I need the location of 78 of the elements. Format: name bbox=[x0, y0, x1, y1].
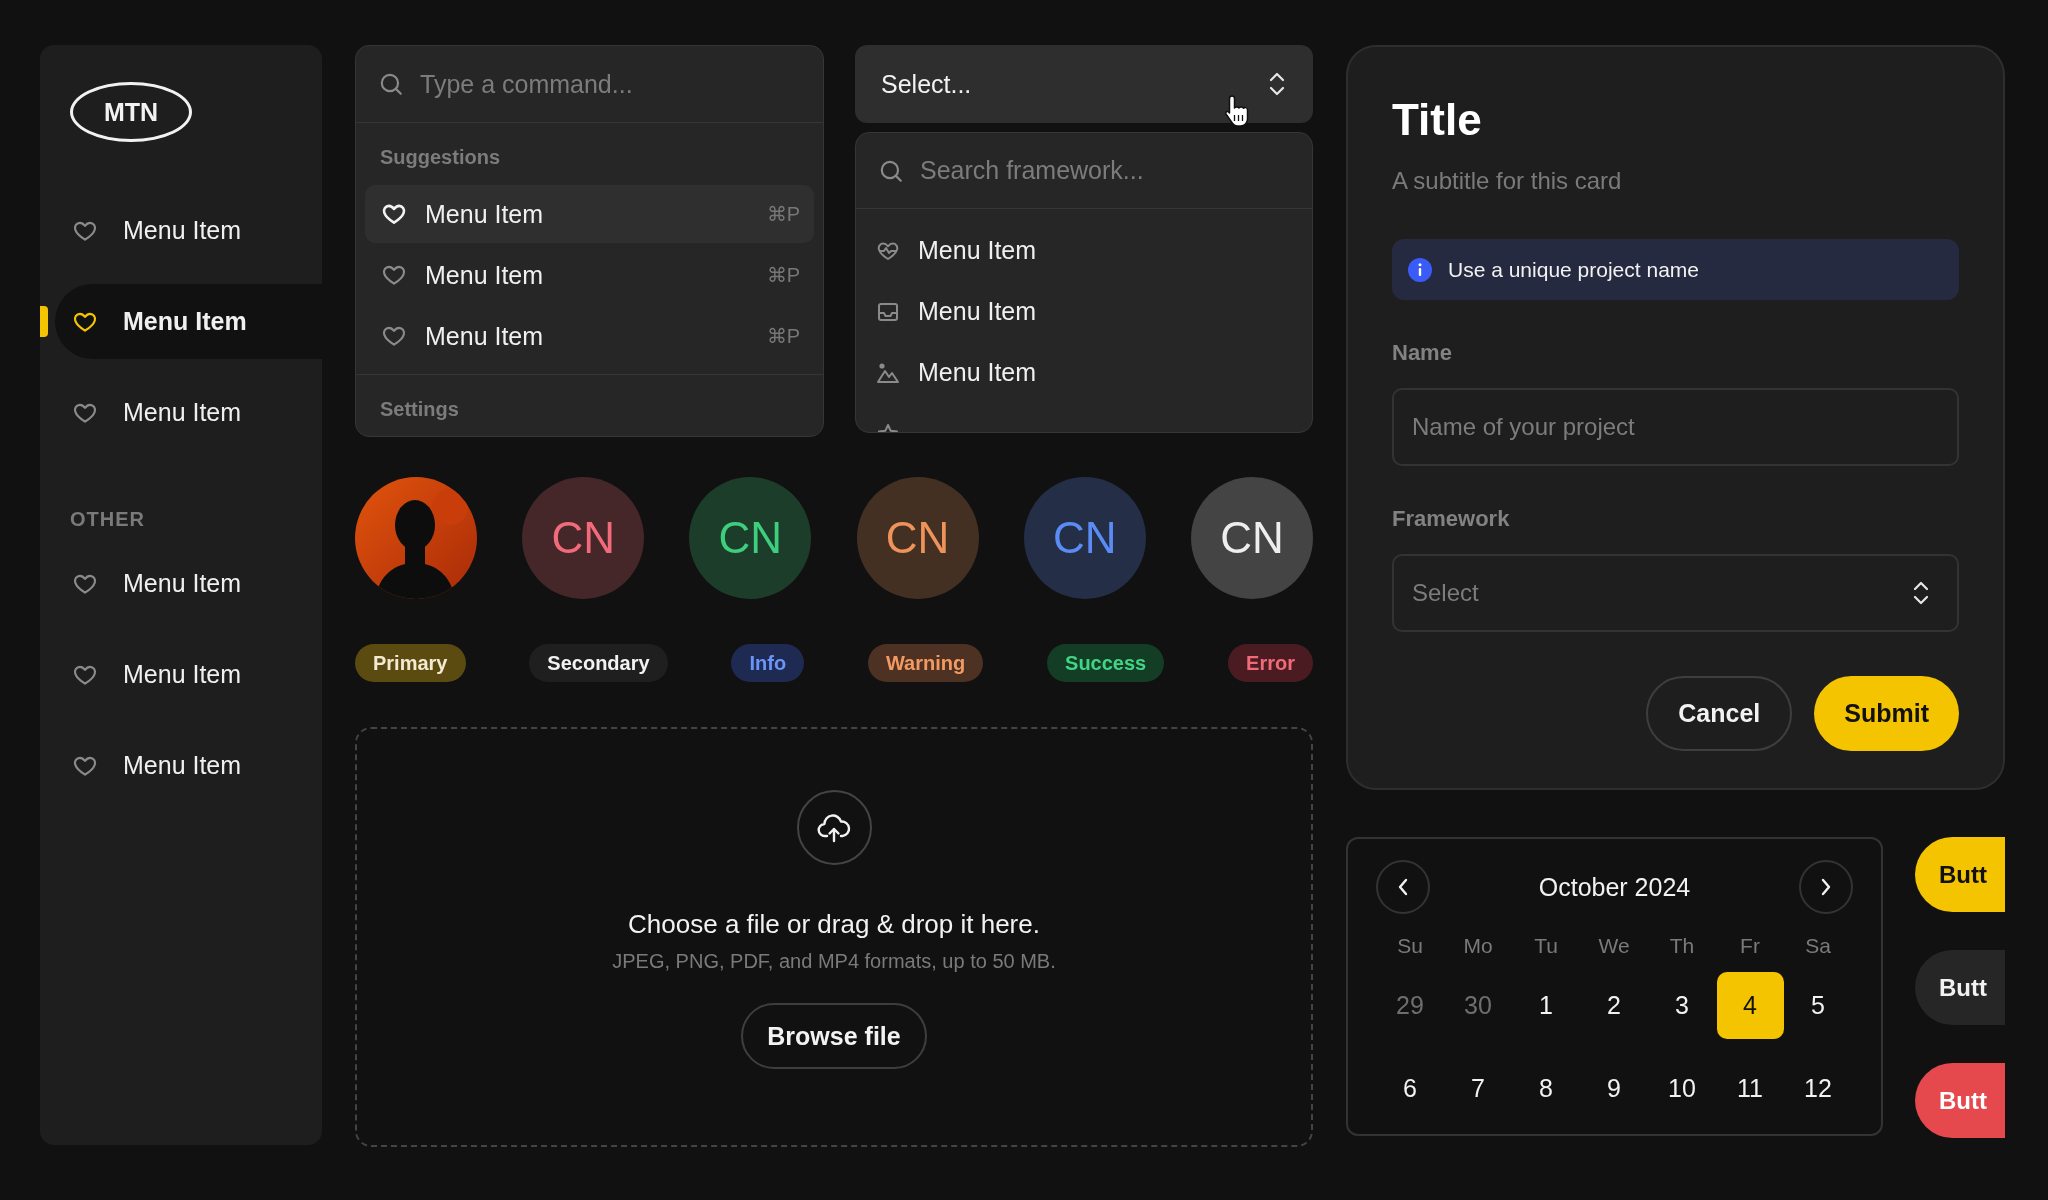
field-label: Name bbox=[1392, 340, 1452, 365]
calendar-day[interactable]: 29 bbox=[1376, 972, 1444, 1039]
month-title: October 2024 bbox=[1538, 872, 1691, 902]
calendar-day[interactable]: 8 bbox=[1512, 1055, 1580, 1122]
avatar: CN bbox=[856, 477, 979, 599]
upload-title: Choose a file or drag & drop it here. bbox=[628, 909, 1040, 940]
select-field[interactable]: Select bbox=[1392, 554, 1959, 632]
weekday-label: Sa bbox=[1804, 934, 1832, 958]
cancel-button[interactable]: Cancel bbox=[1646, 676, 1793, 751]
info-icon bbox=[1408, 257, 1432, 282]
weekday-label: Th bbox=[1668, 934, 1696, 958]
command-item[interactable]: Menu Item ⌘P bbox=[365, 185, 814, 243]
chevron-up-down-icon bbox=[1267, 71, 1287, 97]
weekday-label: Fr bbox=[1739, 934, 1761, 958]
badge: Secondary bbox=[529, 644, 668, 682]
avatar: CN bbox=[689, 477, 812, 599]
command-item[interactable]: Menu Item ⌘P bbox=[365, 307, 814, 365]
upload-hint: JPEG, PNG, PDF, and MP4 formats, up to 50 MB. bbox=[612, 950, 1056, 973]
calendar-day[interactable]: 2 bbox=[1580, 972, 1648, 1039]
calendar-day[interactable]: 9 bbox=[1580, 1055, 1648, 1122]
badge: Warning bbox=[867, 644, 984, 682]
chevron-right-icon bbox=[1820, 878, 1832, 896]
logo: MTN bbox=[70, 82, 192, 142]
active-indicator bbox=[40, 306, 48, 337]
button[interactable]: Butt bbox=[1915, 950, 2005, 1025]
calendar-day[interactable]: 7 bbox=[1444, 1055, 1512, 1122]
weekday-label: Mo bbox=[1462, 934, 1494, 958]
section-heading: OTHER bbox=[70, 508, 146, 531]
browse-file-button[interactable]: Browse file bbox=[741, 1003, 927, 1069]
command-item[interactable]: Menu Item ⌘P bbox=[365, 246, 814, 304]
next-month-button[interactable] bbox=[1799, 860, 1853, 914]
chevron-up-down-icon bbox=[1911, 580, 1931, 606]
input-field[interactable]: Name of your project bbox=[1392, 388, 1959, 466]
calendar-day[interactable]: 6 bbox=[1376, 1055, 1444, 1122]
avatar: CN bbox=[522, 477, 645, 599]
calendar-day[interactable]: 4 bbox=[1716, 972, 1784, 1039]
badge: Success bbox=[1047, 644, 1165, 682]
field-label: Framework bbox=[1392, 506, 1510, 531]
calendar-day[interactable]: 10 bbox=[1648, 1055, 1716, 1122]
sidebar-item[interactable]: Menu Item bbox=[55, 728, 322, 803]
upload-dropzone[interactable]: Choose a file or drag & drop it here. JPEG, PNG, PDF, and MP4 formats, up to 50 MB. Browse file bbox=[355, 727, 1313, 1147]
search-field[interactable]: Search framework... bbox=[920, 152, 1290, 189]
button[interactable]: Butt bbox=[1915, 837, 2005, 912]
badge: Primary bbox=[355, 644, 466, 682]
sidebar-item[interactable]: Menu Item bbox=[55, 375, 322, 450]
avatar: CN bbox=[1190, 477, 1313, 599]
card-title: Title bbox=[1392, 95, 1483, 145]
sidebar-item[interactable]: Menu Item bbox=[55, 546, 322, 621]
weekday-label: Su bbox=[1396, 934, 1424, 958]
card-subtitle: A subtitle for this card bbox=[1392, 167, 1623, 195]
submit-button[interactable]: Submit bbox=[1814, 676, 1959, 751]
dropdown-option[interactable]: Menu Item bbox=[856, 220, 1312, 281]
sidebar-item[interactable]: Menu Item bbox=[55, 193, 322, 268]
badge: Info bbox=[731, 644, 805, 682]
badge: Error bbox=[1228, 644, 1313, 682]
dropdown-option[interactable]: Menu Item bbox=[856, 281, 1312, 342]
dropdown-option[interactable]: Menu Item bbox=[856, 342, 1312, 403]
calendar-day[interactable]: 1 bbox=[1512, 972, 1580, 1039]
weekday-label: We bbox=[1597, 934, 1631, 958]
search-icon bbox=[378, 71, 404, 97]
calendar-day[interactable]: 11 bbox=[1716, 1055, 1784, 1122]
cloud-upload-icon bbox=[817, 812, 851, 843]
command-input[interactable]: Type a command... bbox=[420, 65, 801, 103]
chevron-left-icon bbox=[1397, 878, 1409, 896]
group-heading: Suggestions bbox=[380, 146, 500, 168]
mountain-icon bbox=[876, 360, 900, 385]
calendar-day[interactable]: 12 bbox=[1784, 1055, 1852, 1122]
weekday-label: Tu bbox=[1533, 934, 1559, 958]
button[interactable]: Butt bbox=[1915, 1063, 2005, 1138]
group-heading: Settings bbox=[380, 398, 459, 420]
calendar-day[interactable]: 5 bbox=[1784, 972, 1852, 1039]
select-trigger[interactable]: Select... bbox=[855, 45, 1313, 123]
avatar: CN bbox=[1023, 477, 1146, 599]
info-alert: Use a unique project name bbox=[1392, 239, 1959, 300]
sidebar-item[interactable]: Menu Item bbox=[55, 637, 322, 712]
calendar-day[interactable]: 30 bbox=[1444, 972, 1512, 1039]
calendar-day[interactable]: 3 bbox=[1648, 972, 1716, 1039]
previous-month-button[interactable] bbox=[1376, 860, 1430, 914]
